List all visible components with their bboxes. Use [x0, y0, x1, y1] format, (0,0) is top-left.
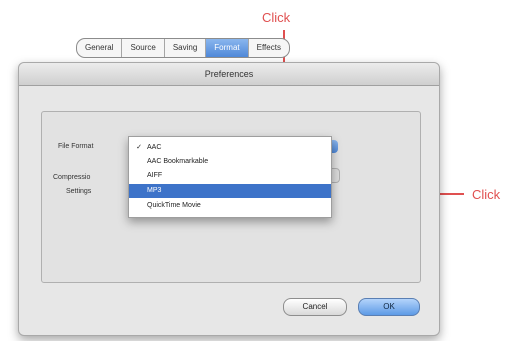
ok-button[interactable]: OK	[358, 298, 420, 316]
menu-item-label: AAC	[147, 144, 162, 151]
tab-effects[interactable]: Effects	[249, 39, 289, 57]
click-annotation-right: Click	[472, 187, 501, 202]
cancel-button[interactable]: Cancel	[283, 298, 347, 316]
menu-item-label: AAC Bookmarkable	[147, 158, 209, 165]
compression-label: Compressio	[53, 174, 91, 181]
menu-item-quicktime-movie[interactable]: QuickTime Movie	[129, 199, 331, 213]
tab-source[interactable]: Source	[122, 39, 165, 57]
menu-item-aiff[interactable]: AIFF	[129, 169, 331, 183]
tab-format[interactable]: Format	[206, 39, 249, 57]
menu-item-label: QuickTime Movie	[147, 202, 201, 209]
settings-label: Settings	[66, 188, 92, 195]
tab-general[interactable]: General	[77, 39, 123, 57]
click-annotation-top: Click	[262, 10, 291, 25]
tab-saving[interactable]: Saving	[165, 39, 207, 57]
menu-item-label: AIFF	[147, 172, 163, 179]
menu-item-mp3[interactable]: MP3	[129, 184, 331, 198]
checkmark-icon: ✓	[136, 144, 142, 151]
file-format-label: File Format	[58, 143, 94, 150]
tab-bar: General Source Saving Format Effects	[76, 38, 290, 58]
menu-item-aac-bookmarkable[interactable]: AAC Bookmarkable	[129, 155, 331, 169]
menu-item-aac[interactable]: ✓ AAC	[129, 141, 331, 155]
file-format-menu: ✓ AAC AAC Bookmarkable AIFF MP3 QuickTim…	[128, 136, 332, 218]
menu-item-label: MP3	[147, 187, 162, 194]
window-title: Preferences	[19, 63, 439, 86]
